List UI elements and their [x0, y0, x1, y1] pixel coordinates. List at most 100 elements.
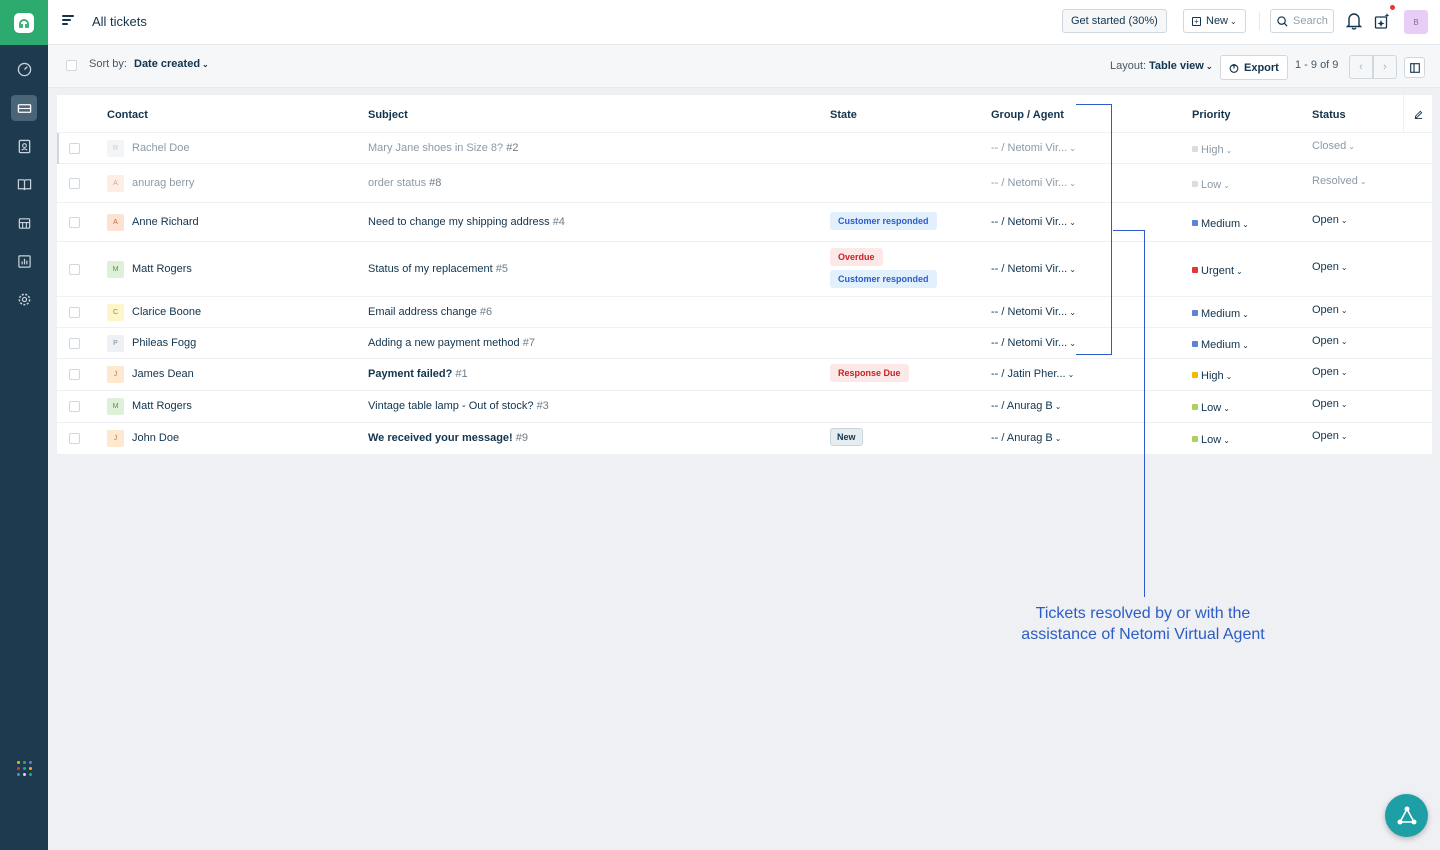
col-status[interactable]: Status [1312, 109, 1346, 121]
ticket-subject[interactable]: Email address change #6 [368, 306, 492, 318]
help-widget-button[interactable] [1385, 794, 1428, 837]
agent-dropdown[interactable]: -- / Netomi Vir... ⌄ [991, 306, 1076, 318]
status-dropdown[interactable]: Closed ⌄ [1312, 140, 1355, 152]
solutions-icon[interactable] [11, 171, 37, 197]
row-checkbox[interactable] [69, 143, 80, 154]
sort-dropdown[interactable]: Date created ⌄ [134, 58, 209, 70]
table-row[interactable]: C Clarice Boone Email address change #6 -- … [57, 297, 1432, 328]
priority-dropdown[interactable]: Medium ⌄ [1192, 339, 1249, 351]
agent-dropdown[interactable]: -- / Netomi Vir... ⌄ [991, 337, 1076, 349]
table-row[interactable]: J James Dean Payment failed? #1 Response Du… [57, 359, 1432, 391]
edit-columns-button[interactable] [1403, 95, 1432, 133]
row-checkbox[interactable] [69, 178, 80, 189]
layout-toggle-button[interactable] [1404, 57, 1425, 78]
table-row[interactable]: M Matt Rogers Status of my replacement #5 O… [57, 242, 1432, 297]
row-checkbox[interactable] [69, 401, 80, 412]
contact-name[interactable]: Rachel Doe [132, 142, 189, 154]
contact-name[interactable]: Clarice Boone [132, 306, 201, 318]
apps-icon[interactable] [17, 761, 32, 776]
bell-icon[interactable] [1346, 12, 1362, 30]
priority-indicator [1192, 146, 1198, 152]
table-row[interactable]: R Rachel Doe Mary Jane shoes in Size 8? #2… [57, 133, 1432, 164]
export-button[interactable]: Export [1220, 55, 1288, 80]
ticket-subject[interactable]: Vintage table lamp - Out of stock? #3 [368, 400, 549, 412]
agent-dropdown[interactable]: -- / Jatin Pher... ⌄ [991, 368, 1074, 380]
status-dropdown[interactable]: Open ⌄ [1312, 398, 1348, 410]
ticket-subject[interactable]: Need to change my shipping address #4 [368, 216, 565, 228]
contact-name[interactable]: anurag berry [132, 177, 194, 189]
select-all-checkbox[interactable] [66, 60, 77, 71]
new-button[interactable]: + New ⌄ [1183, 9, 1246, 33]
priority-dropdown[interactable]: Urgent ⌄ [1192, 265, 1243, 277]
layout-dropdown[interactable]: Table view ⌄ [1149, 60, 1213, 72]
ticket-subject[interactable]: We received your message! #9 [368, 432, 528, 444]
row-checkbox[interactable] [69, 264, 80, 275]
ticket-subject[interactable]: Status of my replacement #5 [368, 263, 508, 275]
settings-icon[interactable] [11, 286, 37, 312]
dashboard-icon[interactable] [11, 56, 37, 82]
col-state[interactable]: State [830, 109, 857, 121]
table-row[interactable]: J John Doe We received your message! #9 New… [57, 423, 1432, 455]
ticket-subject[interactable]: Payment failed? #1 [368, 368, 468, 380]
contact-name[interactable]: James Dean [132, 368, 194, 380]
priority-dropdown[interactable]: Medium ⌄ [1192, 218, 1249, 230]
agent-value: -- / Netomi Vir... [991, 263, 1068, 275]
reports-icon[interactable] [11, 248, 37, 274]
contact-name[interactable]: Phileas Fogg [132, 337, 196, 349]
contact-name[interactable]: Anne Richard [132, 216, 199, 228]
status-dropdown[interactable]: Open ⌄ [1312, 304, 1348, 316]
row-checkbox[interactable] [69, 217, 80, 228]
table-row[interactable]: P Phileas Fogg Adding a new payment method… [57, 328, 1432, 359]
ticket-subject[interactable]: order status #8 [368, 177, 441, 189]
status-dropdown[interactable]: Open ⌄ [1312, 335, 1348, 347]
table-row[interactable]: A Anne Richard Need to change my shipping … [57, 203, 1432, 242]
priority-dropdown[interactable]: Low ⌄ [1192, 434, 1230, 446]
col-priority[interactable]: Priority [1192, 109, 1231, 121]
row-checkbox[interactable] [69, 307, 80, 318]
contact-name[interactable]: Matt Rogers [132, 400, 192, 412]
status-dropdown[interactable]: Open ⌄ [1312, 214, 1348, 226]
sparkle-icon[interactable] [1374, 12, 1391, 30]
priority-dropdown[interactable]: High ⌄ [1192, 144, 1232, 156]
chevron-down-icon: ⌄ [1054, 402, 1062, 411]
status-dropdown[interactable]: Open ⌄ [1312, 430, 1348, 442]
agent-dropdown[interactable]: -- / Netomi Vir... ⌄ [991, 216, 1076, 228]
contacts-icon[interactable] [11, 133, 37, 159]
row-checkbox[interactable] [69, 433, 80, 444]
row-checkbox[interactable] [69, 369, 80, 380]
agent-dropdown[interactable]: -- / Netomi Vir... ⌄ [991, 263, 1076, 275]
user-avatar[interactable]: B [1404, 10, 1428, 34]
prev-page-button[interactable]: ‹ [1349, 55, 1373, 79]
table-row[interactable]: M Matt Rogers Vintage table lamp - Out of … [57, 391, 1432, 423]
col-contact[interactable]: Contact [107, 109, 148, 121]
bot-icon[interactable] [11, 210, 37, 236]
priority-dropdown[interactable]: Low ⌄ [1192, 402, 1230, 414]
subject-text: Payment failed? [368, 368, 453, 380]
get-started-button[interactable]: Get started (30%) [1062, 9, 1167, 33]
ticket-subject[interactable]: Mary Jane shoes in Size 8? #2 [368, 142, 518, 154]
contact-name[interactable]: Matt Rogers [132, 263, 192, 275]
status-dropdown[interactable]: Open ⌄ [1312, 366, 1348, 378]
priority-dropdown[interactable]: High ⌄ [1192, 370, 1232, 382]
row-checkbox[interactable] [69, 338, 80, 349]
priority-indicator [1192, 267, 1198, 273]
col-group-agent[interactable]: Group / Agent [991, 109, 1064, 121]
agent-dropdown[interactable]: -- / Anurag B ⌄ [991, 432, 1061, 444]
next-page-button[interactable]: › [1373, 55, 1397, 79]
table-row[interactable]: Aanurag berry order status #8 -- / Netomi … [57, 164, 1432, 203]
tickets-icon[interactable] [11, 95, 37, 121]
app-logo[interactable] [0, 0, 48, 45]
agent-dropdown[interactable]: -- / Netomi Vir... ⌄ [991, 142, 1076, 154]
hamburger-menu-icon[interactable] [62, 15, 74, 27]
status-dropdown[interactable]: Open ⌄ [1312, 261, 1348, 273]
agent-dropdown[interactable]: -- / Anurag B ⌄ [991, 400, 1061, 412]
priority-dropdown[interactable]: Medium ⌄ [1192, 308, 1249, 320]
status-dropdown[interactable]: Resolved ⌄ [1312, 175, 1367, 187]
col-subject[interactable]: Subject [368, 109, 408, 121]
agent-dropdown[interactable]: -- / Netomi Vir... ⌄ [991, 177, 1076, 189]
ticket-subject[interactable]: Adding a new payment method #7 [368, 337, 535, 349]
priority-dropdown[interactable]: Low ⌄ [1192, 179, 1230, 191]
status-value: Open [1312, 430, 1339, 442]
search-input[interactable]: Search [1270, 9, 1334, 33]
contact-name[interactable]: John Doe [132, 432, 179, 444]
